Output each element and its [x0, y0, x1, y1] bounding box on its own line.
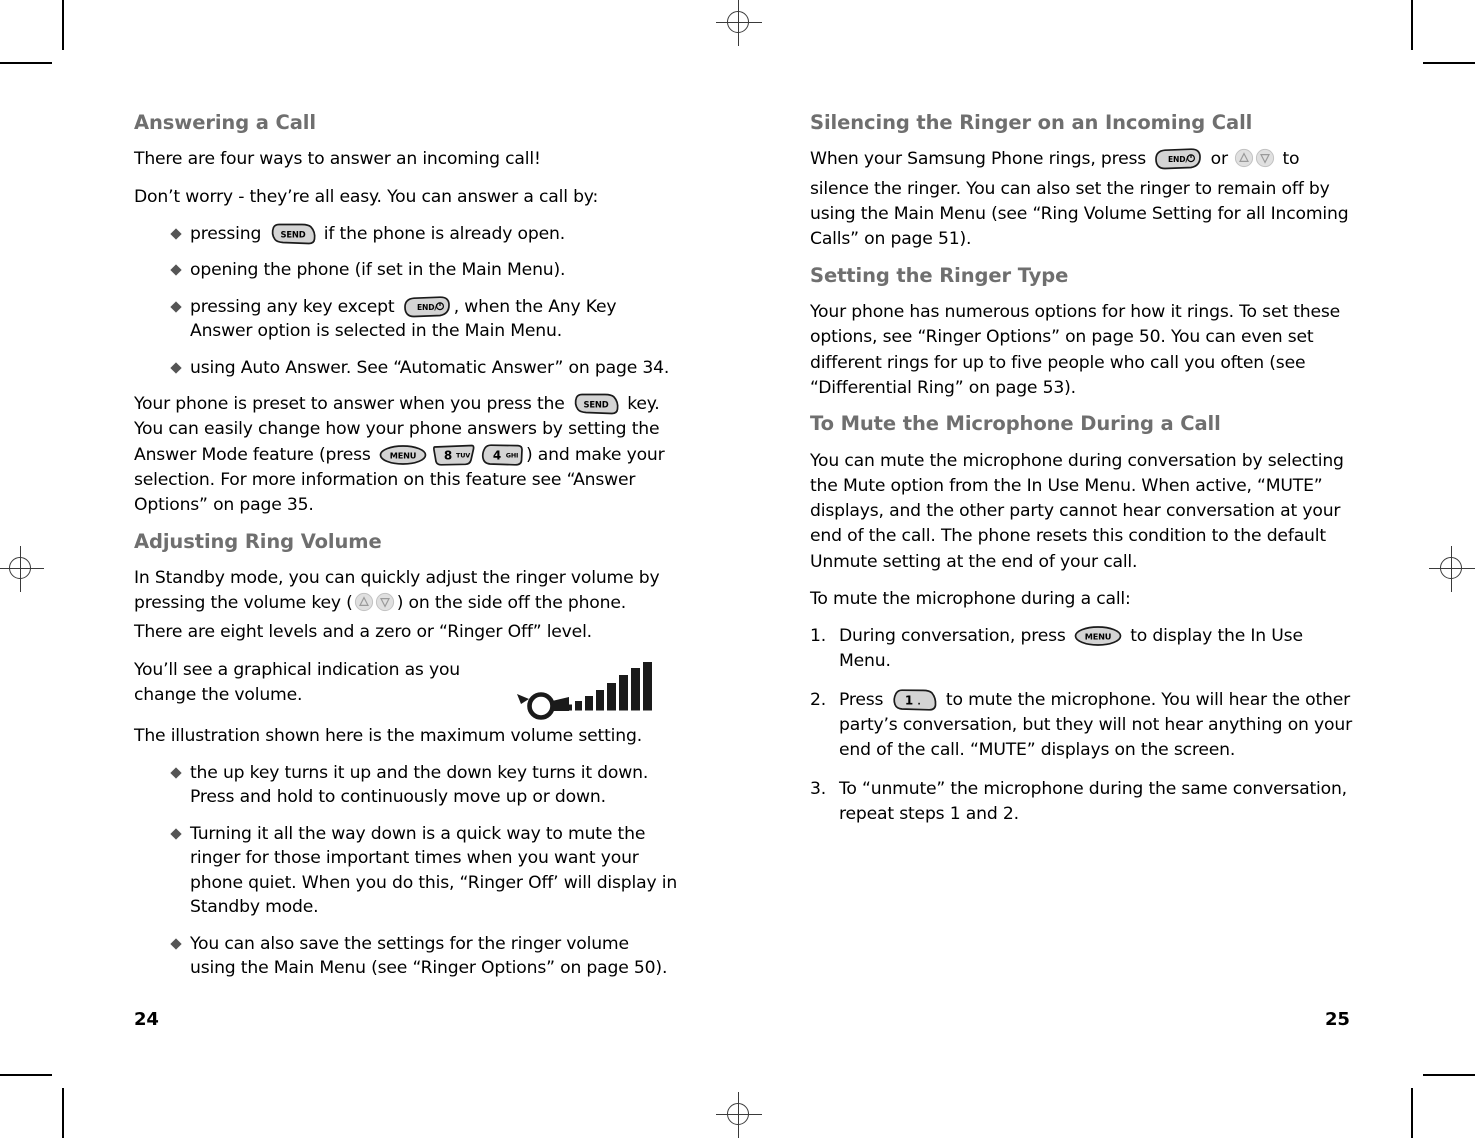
- bullet-text: You can also save the settings for the r…: [190, 933, 668, 978]
- paragraph-silence-ringer: When your Samsung Phone rings, press END…: [810, 147, 1355, 252]
- list-item: Turning it all the way down is a quick w…: [170, 822, 679, 920]
- volume-keys-icon: [1234, 148, 1276, 176]
- list-item: You can also save the settings for the r…: [170, 932, 679, 981]
- text-fragment: or: [1205, 149, 1234, 170]
- volume-keys-icon: [354, 592, 396, 620]
- diamond-bullet-icon: [170, 264, 182, 277]
- svg-text:MENU: MENU: [390, 450, 417, 460]
- four-ghi-key-icon: 4 GHI: [480, 444, 524, 466]
- text-fragment: Your phone is preset to answer when you …: [134, 394, 570, 415]
- menu-key-icon: MENU: [378, 444, 428, 466]
- eight-tuv-key-icon: 8 TUV: [432, 444, 476, 466]
- end-key-icon: END/: [402, 296, 452, 318]
- svg-text:.: .: [917, 698, 920, 708]
- step-number: 2.: [810, 690, 827, 711]
- heading-setting-ringer-type: Setting the Ringer Type: [810, 263, 1069, 287]
- diamond-bullet-icon: [170, 301, 182, 313]
- paragraph-mute-description: You can mute the microphone during conve…: [810, 450, 1344, 572]
- list-item: 3. To “unmute” the microphone during the …: [810, 777, 1355, 827]
- heading-mute-microphone: To Mute the Microphone During a Call: [810, 412, 1221, 436]
- diamond-bullet-icon: [170, 228, 182, 240]
- step-text: To “unmute” the microphone during the sa…: [839, 778, 1347, 824]
- paragraph-mute-intro: To mute the microphone during a call:: [810, 588, 1131, 609]
- diamond-bullet-icon: [170, 937, 182, 950]
- svg-text:GHI: GHI: [506, 451, 518, 459]
- list-item: using Auto Answer. See “Automatic Answer…: [170, 356, 679, 380]
- heading-answering-a-call: Answering a Call: [134, 111, 316, 134]
- paragraph-dont-worry: Don’t worry - they’re all easy. You can …: [134, 186, 599, 207]
- list-item: opening the phone (if set in the Main Me…: [170, 258, 679, 282]
- svg-text:MENU: MENU: [1085, 632, 1112, 642]
- paragraph-answer-mode: Your phone is preset to answer when you …: [134, 392, 679, 518]
- menu-key-icon: MENU: [1073, 625, 1123, 647]
- bullet-list-volume-tips: the up key turns it up and the down key …: [134, 761, 679, 980]
- right-page-column: Silencing the Ringer on an Incoming Call…: [810, 111, 1355, 841]
- bullet-list-answer-methods: pressing SEND if the phone is already op…: [134, 222, 679, 380]
- bullet-text: Turning it all the way down is a quick w…: [190, 823, 678, 918]
- step-text-before: During conversation, press: [839, 626, 1071, 647]
- left-page-column: Answering a Call There are four ways to …: [134, 111, 679, 992]
- end-key-icon: END/: [1153, 148, 1203, 170]
- diamond-bullet-icon: [170, 362, 182, 374]
- bullet-text: opening the phone (if set in the Main Me…: [190, 260, 566, 281]
- send-key-icon: SEND: [269, 223, 317, 245]
- step-number: 1.: [810, 626, 827, 647]
- paragraph-ringer-options: Your phone has numerous options for how …: [810, 301, 1341, 398]
- svg-text:TUV: TUV: [456, 451, 470, 459]
- svg-text:8: 8: [444, 448, 452, 462]
- svg-text:SEND: SEND: [280, 229, 305, 239]
- paragraph-graphical-indication: You’ll see a graphical indication as you…: [134, 659, 461, 706]
- horn-volume-icon: [507, 661, 652, 723]
- bullet-text: the up key turns it up and the down key …: [190, 763, 649, 808]
- step-text-before: Press: [839, 690, 889, 711]
- svg-text:4: 4: [493, 448, 501, 462]
- bullet-text-before: pressing any key except: [190, 296, 400, 317]
- diamond-bullet-icon: [170, 828, 182, 840]
- list-item: pressing SEND if the phone is already op…: [170, 222, 679, 246]
- paragraph-max-volume: The illustration shown here is the maxim…: [134, 725, 642, 746]
- text-fragment: When your Samsung Phone rings, press: [810, 149, 1152, 170]
- list-item: the up key turns it up and the down key …: [170, 761, 679, 810]
- page-number-right: 25: [1325, 1009, 1350, 1030]
- paragraph-four-ways: There are four ways to answer an incomin…: [134, 149, 541, 170]
- page-number-left: 24: [134, 1009, 159, 1030]
- svg-text:END/: END/: [1168, 155, 1188, 164]
- send-key-icon: SEND: [572, 393, 620, 415]
- svg-text:SEND: SEND: [583, 400, 608, 410]
- one-key-icon: 1.: [891, 689, 939, 711]
- list-item: pressing any key except END/, when the A…: [170, 295, 679, 344]
- volume-illustration-block: You’ll see a graphical indication as you…: [134, 658, 679, 724]
- numbered-list-mute-steps: 1. During conversation, press MENU to dis…: [810, 624, 1355, 827]
- bullet-text-before: pressing: [190, 223, 267, 244]
- bullet-text-after: if the phone is already open.: [318, 223, 565, 244]
- list-item: 1. During conversation, press MENU to dis…: [810, 624, 1355, 674]
- svg-text:END/: END/: [417, 303, 437, 312]
- step-number: 3.: [810, 778, 827, 799]
- list-item: 2. Press 1. to mute the microphone. You w…: [810, 688, 1355, 763]
- heading-adjusting-ring-volume: Adjusting Ring Volume: [134, 529, 382, 553]
- heading-silencing-the-ringer: Silencing the Ringer on an Incoming Call: [810, 111, 1253, 134]
- bullet-text: using Auto Answer. See “Automatic Answer…: [190, 357, 670, 378]
- svg-text:1: 1: [905, 694, 913, 708]
- diamond-bullet-icon: [170, 767, 182, 779]
- manual-page-spread: Answering a Call There are four ways to …: [0, 0, 1475, 1138]
- paragraph-standby-volume: In Standby mode, you can quickly adjust …: [134, 566, 679, 646]
